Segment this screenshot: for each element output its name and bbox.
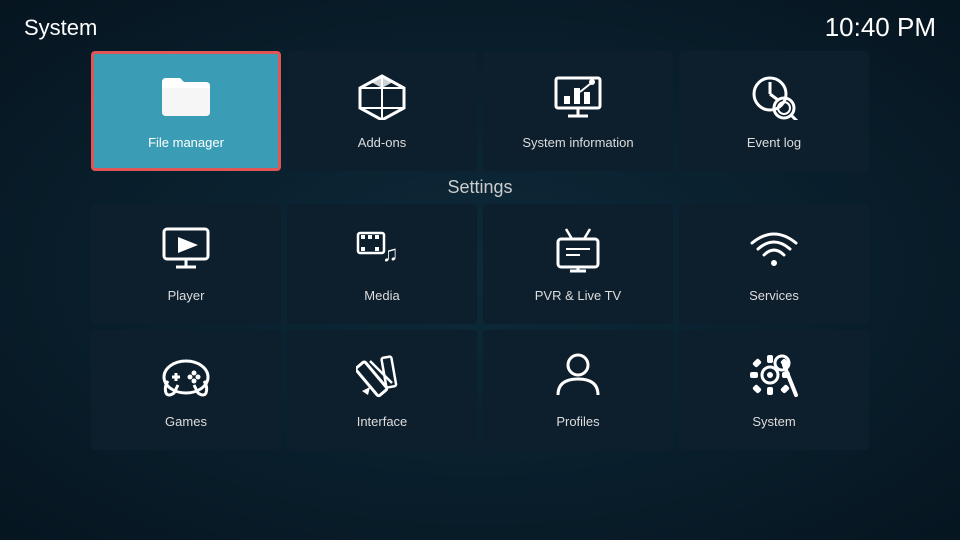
tile-player[interactable]: Player bbox=[91, 204, 281, 324]
tile-file-manager[interactable]: File manager bbox=[91, 51, 281, 171]
tile-services[interactable]: Services bbox=[679, 204, 869, 324]
games-icon bbox=[160, 351, 212, 406]
tile-interface[interactable]: Interface bbox=[287, 330, 477, 450]
tile-system-information[interactable]: System information bbox=[483, 51, 673, 171]
interface-label: Interface bbox=[357, 414, 408, 429]
tile-system[interactable]: System bbox=[679, 330, 869, 450]
services-label: Services bbox=[749, 288, 799, 303]
settings-heading: Settings bbox=[0, 177, 960, 198]
pvr-live-tv-label: PVR & Live TV bbox=[535, 288, 621, 303]
system-icon bbox=[748, 351, 800, 406]
tile-profiles[interactable]: Profiles bbox=[483, 330, 673, 450]
file-manager-label: File manager bbox=[148, 135, 224, 150]
event-log-icon bbox=[748, 72, 800, 127]
tile-media[interactable]: ♫ Media bbox=[287, 204, 477, 324]
profiles-label: Profiles bbox=[556, 414, 599, 429]
system-information-label: System information bbox=[522, 135, 633, 150]
svg-text:♫: ♫ bbox=[382, 241, 399, 266]
profiles-icon bbox=[552, 351, 604, 406]
services-icon bbox=[748, 225, 800, 280]
games-label: Games bbox=[165, 414, 207, 429]
tile-games[interactable]: Games bbox=[91, 330, 281, 450]
interface-icon bbox=[356, 351, 408, 406]
clock: 10:40 PM bbox=[825, 12, 936, 43]
add-ons-icon bbox=[356, 72, 408, 127]
pvr-live-tv-icon bbox=[552, 225, 604, 280]
tile-pvr-live-tv[interactable]: PVR & Live TV bbox=[483, 204, 673, 324]
event-log-label: Event log bbox=[747, 135, 801, 150]
system-label: System bbox=[752, 414, 795, 429]
tile-add-ons[interactable]: Add-ons bbox=[287, 51, 477, 171]
media-label: Media bbox=[364, 288, 399, 303]
settings-row-2: Games Interface Profiles bbox=[0, 330, 960, 450]
player-label: Player bbox=[168, 288, 205, 303]
add-ons-label: Add-ons bbox=[358, 135, 406, 150]
system-information-icon bbox=[552, 72, 604, 127]
player-icon bbox=[160, 225, 212, 280]
media-icon: ♫ bbox=[356, 225, 408, 280]
settings-row-1: Player ♫ Media bbox=[0, 204, 960, 324]
tile-event-log[interactable]: Event log bbox=[679, 51, 869, 171]
file-manager-icon bbox=[160, 72, 212, 127]
app-title: System bbox=[24, 15, 97, 41]
